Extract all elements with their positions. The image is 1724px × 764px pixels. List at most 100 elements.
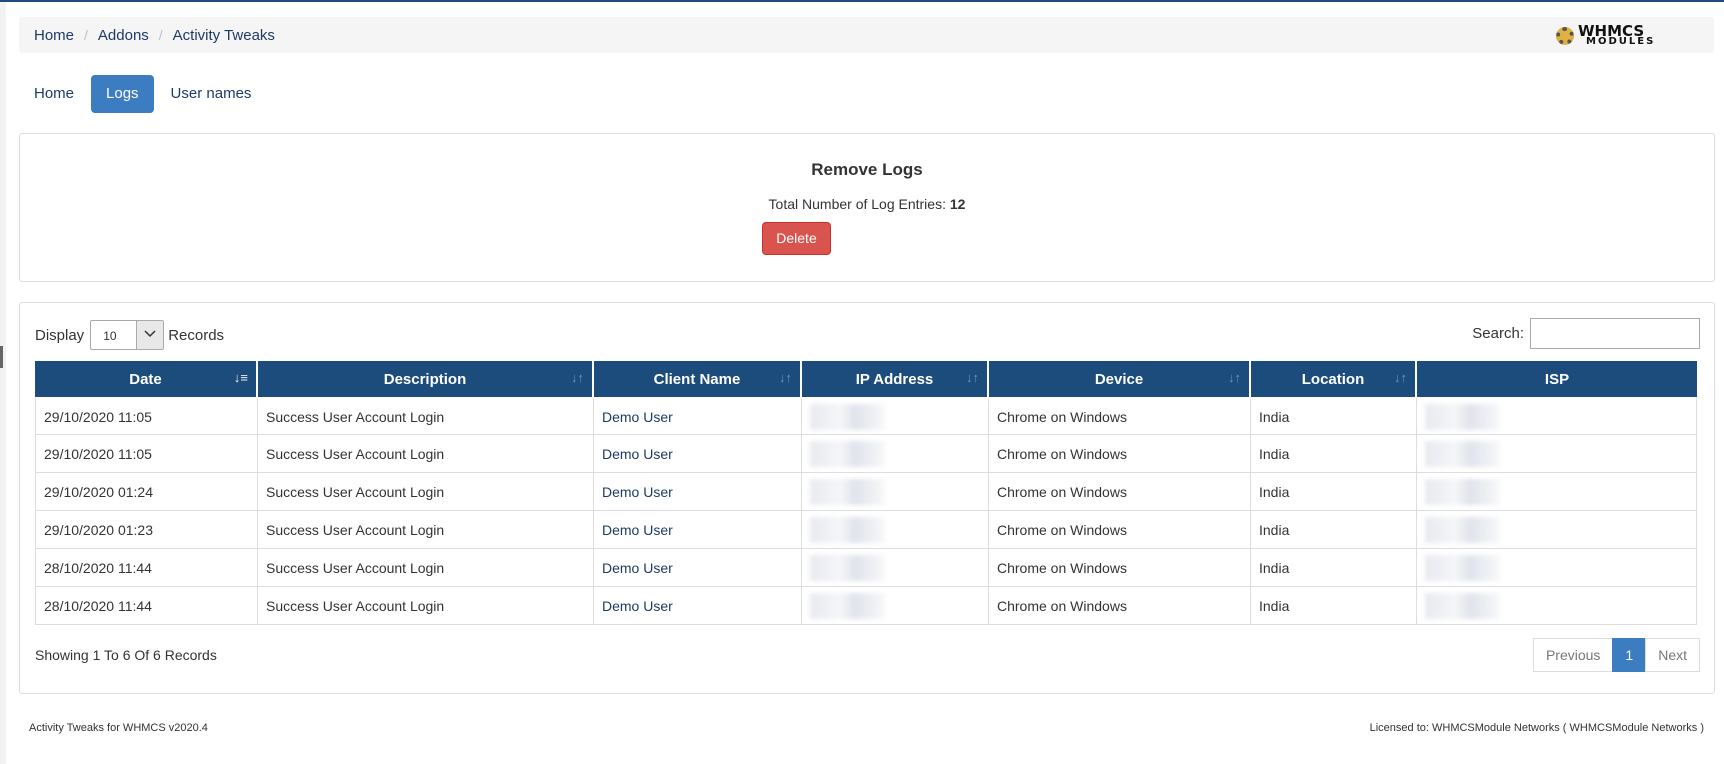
redacted-blur	[810, 440, 885, 467]
whmcs-modules-logo: WHMCS MODULES	[1550, 23, 1680, 48]
breadcrumb-separator: /	[84, 27, 88, 43]
cell-isp	[1417, 397, 1697, 435]
redacted-blur	[810, 478, 885, 505]
footer-license: Licensed to: WHMCSModule Networks ( WHMC…	[1369, 722, 1704, 734]
records-per-page-select[interactable]: 10	[90, 320, 165, 350]
nav-tabs: Home Logs User names	[19, 75, 268, 113]
pagination: Previous 1 Next	[1532, 638, 1700, 672]
next-page-button[interactable]: Next	[1645, 638, 1700, 672]
search-label: Search:	[1472, 325, 1524, 342]
sort-icon: ↓↑	[1228, 370, 1241, 385]
cell-ip-address	[802, 587, 989, 625]
table-header-row: Date ↓≡ Description ↓↑ Client Name ↓↑ IP Ad…	[35, 361, 1697, 397]
log-entries-label: Total Number of Log Entries:	[768, 196, 946, 212]
cell-device: Chrome on Windows	[989, 397, 1251, 435]
records-label: Records	[168, 326, 225, 344]
column-header-client-name[interactable]: Client Name ↓↑	[594, 361, 802, 397]
chevron-down-icon[interactable]	[136, 321, 164, 349]
column-header-device[interactable]: Device ↓↑	[989, 361, 1251, 397]
cell-description: Success User Account Login	[258, 397, 594, 435]
cell-client-name-link[interactable]: Demo User	[594, 435, 802, 473]
display-label: Display	[35, 326, 85, 344]
breadcrumb-addons[interactable]: Addons	[98, 27, 149, 44]
left-edge-mark	[0, 346, 3, 368]
redacted-blur	[1425, 440, 1500, 467]
cell-description: Success User Account Login	[258, 473, 594, 511]
column-header-description[interactable]: Description ↓↑	[258, 361, 594, 397]
previous-page-button[interactable]: Previous	[1532, 638, 1614, 672]
tab-logs[interactable]: Logs	[91, 75, 154, 113]
cell-description: Success User Account Login	[258, 549, 594, 587]
cell-isp	[1417, 511, 1697, 549]
footer-version: Activity Tweaks for WHMCS v2020.4	[29, 722, 208, 734]
remove-logs-panel: Remove Logs Total Number of Log Entries:…	[19, 133, 1715, 282]
sort-icon: ↓↑	[966, 370, 979, 385]
cell-client-name-link[interactable]: Demo User	[594, 397, 802, 435]
cell-date: 28/10/2020 11:44	[35, 587, 258, 625]
delete-button[interactable]: Delete	[762, 222, 831, 255]
redacted-blur	[1425, 403, 1500, 430]
records-summary: Showing 1 To 6 Of 6 Records	[35, 647, 217, 663]
remove-logs-title: Remove Logs	[811, 160, 923, 179]
redacted-blur	[1425, 592, 1500, 619]
tab-user-names[interactable]: User names	[156, 75, 267, 113]
tab-home[interactable]: Home	[19, 75, 89, 113]
cell-device: Chrome on Windows	[989, 473, 1251, 511]
records-per-page-value: 10	[103, 329, 117, 343]
column-header-label: Description	[383, 370, 467, 388]
cell-client-name-link[interactable]: Demo User	[594, 549, 802, 587]
cell-description: Success User Account Login	[258, 511, 594, 549]
breadcrumb-home[interactable]: Home	[34, 27, 74, 44]
cell-device: Chrome on Windows	[989, 435, 1251, 473]
display-records-control: Display 10 Records	[35, 320, 224, 350]
cell-isp	[1417, 549, 1697, 587]
sort-icon: ↓↑	[571, 370, 584, 385]
sort-icon: ↓↑	[1394, 370, 1407, 385]
search-control: Search:	[1472, 318, 1700, 349]
cell-client-name-link[interactable]: Demo User	[594, 587, 802, 625]
log-entries-value: 12	[949, 196, 966, 212]
column-header-label: Location	[1301, 370, 1365, 388]
logo-text-line2: MODULES	[1586, 36, 1656, 47]
column-header-label: ISP	[1544, 370, 1570, 388]
cell-date: 29/10/2020 01:23	[35, 511, 258, 549]
table-row: 29/10/2020 01:24 Success User Account Lo…	[35, 473, 1697, 511]
redacted-blur	[1425, 478, 1500, 505]
column-header-ip-address[interactable]: IP Address ↓↑	[802, 361, 989, 397]
redacted-blur	[810, 592, 885, 619]
table-row: 29/10/2020 11:05 Success User Account Lo…	[35, 397, 1697, 435]
table-row: 29/10/2020 01:23 Success User Account Lo…	[35, 511, 1697, 549]
sort-icon: ↓↑	[779, 370, 792, 385]
cell-date: 28/10/2020 11:44	[35, 549, 258, 587]
cell-device: Chrome on Windows	[989, 549, 1251, 587]
cell-client-name-link[interactable]: Demo User	[594, 511, 802, 549]
logs-table: Date ↓≡ Description ↓↑ Client Name ↓↑ IP Ad…	[35, 361, 1697, 625]
column-header-location[interactable]: Location ↓↑	[1251, 361, 1417, 397]
redacted-blur	[1425, 516, 1500, 543]
cell-isp	[1417, 435, 1697, 473]
cell-location: India	[1251, 397, 1417, 435]
cell-isp	[1417, 587, 1697, 625]
cell-device: Chrome on Windows	[989, 511, 1251, 549]
column-header-isp[interactable]: ISP	[1417, 361, 1697, 397]
table-row: 28/10/2020 11:44 Success User Account Lo…	[35, 549, 1697, 587]
sort-desc-icon: ↓≡	[233, 370, 248, 385]
page-button-current[interactable]: 1	[1612, 638, 1647, 672]
column-header-label: Date	[129, 370, 162, 388]
column-header-date[interactable]: Date ↓≡	[35, 361, 258, 397]
logs-panel: Display 10 Records Search: Date ↓≡ Descri…	[19, 302, 1715, 694]
column-header-label: Device	[1094, 370, 1144, 388]
cell-location: India	[1251, 435, 1417, 473]
cell-ip-address	[802, 473, 989, 511]
top-accent-line	[0, 0, 1724, 2]
cell-device: Chrome on Windows	[989, 587, 1251, 625]
left-edge-strip	[0, 2, 6, 764]
cell-description: Success User Account Login	[258, 587, 594, 625]
cell-client-name-link[interactable]: Demo User	[594, 473, 802, 511]
redacted-blur	[810, 516, 885, 543]
search-input[interactable]	[1530, 318, 1700, 349]
cell-date: 29/10/2020 11:05	[35, 397, 258, 435]
cell-date: 29/10/2020 11:05	[35, 435, 258, 473]
breadcrumb: Home / Addons / Activity Tweaks	[19, 17, 1714, 53]
redacted-blur	[810, 554, 885, 581]
